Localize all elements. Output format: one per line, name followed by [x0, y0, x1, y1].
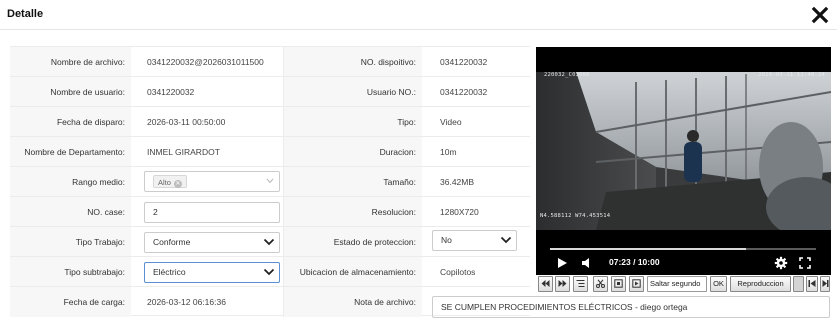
form-row: Nombre de usuario: 0341220032 Usuario NO… — [10, 76, 530, 107]
duration-label: Duracion: — [284, 137, 422, 167]
upload-date-value: 2026-03-12 06:16:36 — [141, 287, 284, 317]
file-name-label: Nombre de archivo: — [10, 47, 131, 77]
type-value: Video — [440, 117, 462, 127]
resolution-label: Resolucion: — [284, 197, 422, 227]
play-icon[interactable] — [555, 256, 569, 270]
skip-end-button[interactable] — [820, 276, 830, 292]
frame-stop-button[interactable] — [611, 276, 626, 292]
department-label: Nombre de Departamento: — [10, 137, 131, 167]
work-type-value: Conforme — [153, 237, 191, 247]
cut-button[interactable] — [593, 276, 608, 292]
file-note-label: Nota de archivo: — [284, 287, 422, 317]
skip-end-icon — [822, 280, 828, 287]
next-frame-button[interactable] — [629, 276, 644, 292]
form-row: Tipo subtrabajo: Eléctrico Ubicacion de … — [10, 256, 530, 287]
toolbar-spacer — [793, 276, 804, 292]
protection-state-value: No — [441, 235, 452, 245]
case-no-cell: 2 — [141, 197, 284, 227]
close-icon[interactable] — [811, 6, 829, 24]
department-value: INMEL GIRARDOT — [141, 137, 284, 167]
ok-button[interactable]: OK — [710, 276, 727, 292]
video-osd-gps: N4.588112 W74.453514 — [540, 213, 611, 219]
user-name-value: 0341220032 — [141, 77, 284, 107]
user-name-label: Nombre de usuario: — [10, 77, 131, 107]
dialog-header: Detalle — [0, 0, 837, 30]
resolution-value: 1280X720 — [440, 207, 479, 217]
form-row: Nombre de Departamento: INMEL GIRARDOT D… — [10, 136, 530, 167]
case-no-label: NO. case: — [10, 197, 131, 227]
skip-start-button[interactable] — [806, 276, 818, 292]
work-type-select[interactable]: Conforme — [144, 232, 280, 253]
subwork-type-label: Tipo subtrabajo: — [10, 257, 131, 287]
skip-start-icon — [808, 280, 816, 287]
next-frame-icon — [632, 279, 641, 288]
range-cell: Alto ✕ — [141, 167, 284, 197]
protection-state-cell: No — [432, 227, 530, 257]
subwork-type-value: Eléctrico — [153, 267, 186, 277]
skip-seconds-input[interactable]: Saltar segundo — [647, 276, 707, 292]
range-tag-label: Alto — [158, 178, 171, 187]
video-progress-fill — [550, 248, 747, 250]
device-no-label: NO. dispoitivo: — [284, 47, 422, 77]
form-row: Nombre de archivo: 0341220032@2026031011… — [10, 46, 530, 77]
work-type-label: Tipo Trabajo: — [10, 227, 131, 257]
fullscreen-icon[interactable] — [798, 256, 812, 270]
protection-state-select[interactable]: No — [432, 230, 517, 251]
size-value: 36.42MB — [440, 177, 475, 187]
dialog-title: Detalle — [7, 8, 44, 20]
video-frame — [536, 72, 831, 230]
work-type-cell: Conforme — [141, 227, 284, 257]
range-tag: Alto ✕ — [153, 175, 187, 188]
upload-date-label: Fecha de carga: — [10, 287, 131, 317]
video-player[interactable]: 220032_C03000 2026-03-11 11:48:24 N4.588… — [536, 47, 831, 275]
size-label: Tamaño: — [284, 167, 422, 197]
range-label: Rango medio: — [10, 167, 131, 197]
playback-mode-button[interactable]: Reproduccion — [730, 276, 791, 292]
rewind-button[interactable] — [538, 276, 553, 292]
form-row: Fecha de disparo: 2026-03-11 00:50:00 Ti… — [10, 106, 530, 137]
type-label: Tipo: — [284, 107, 422, 137]
video-controls: 07:23 / 10:00 — [536, 233, 831, 275]
device-no-value: 0341220032 — [440, 57, 488, 67]
user-no-value: 0341220032 — [440, 87, 488, 97]
form-row: NO. case: 2 Resolucion: 1280X720 — [10, 196, 530, 227]
remove-tag-icon[interactable]: ✕ — [173, 180, 182, 188]
playback-toolbar: Saltar segundo OK Reproduccion — [536, 276, 831, 292]
video-osd-datetime: 2026-03-11 11:48:24 — [758, 72, 825, 78]
video-time: 07:23 / 10:00 — [609, 257, 660, 267]
protection-state-label: Estado de proteccion: — [284, 227, 422, 257]
video-osd-device: 220032_C03000 — [544, 72, 590, 78]
list-icon — [576, 279, 585, 288]
chevron-down-icon — [263, 268, 275, 276]
fast-forward-button[interactable] — [555, 276, 570, 292]
playlist-button[interactable] — [573, 276, 588, 292]
detail-form: Nombre de archivo: 0341220032@2026031011… — [10, 46, 530, 324]
file-name-value: 0341220032@2026031011500 — [141, 47, 284, 77]
chevron-down-icon — [263, 238, 275, 246]
volume-icon[interactable] — [580, 256, 594, 270]
user-no-label: Usuario NO.: — [284, 77, 422, 107]
storage-location-label: Ubicacion de almacenamiento: — [284, 257, 422, 287]
subwork-type-cell: Eléctrico — [141, 257, 284, 287]
subwork-type-select[interactable]: Eléctrico — [144, 262, 280, 283]
settings-icon[interactable] — [774, 256, 788, 270]
trigger-date-value: 2026-03-11 00:50:00 — [141, 107, 284, 137]
stop-frame-icon — [614, 279, 623, 288]
storage-location-value: Copilotos — [440, 267, 476, 277]
cut-icon — [596, 279, 605, 288]
chevron-down-icon — [266, 178, 274, 184]
trigger-date-label: Fecha de disparo: — [10, 107, 131, 137]
fast-forward-icon — [558, 280, 567, 287]
chevron-down-icon — [500, 236, 512, 244]
form-row: Rango medio: Alto ✕ Tamaño: 36.42MB — [10, 166, 530, 197]
form-row: Tipo Trabajo: Conforme Estado de protecc… — [10, 226, 530, 257]
duration-value: 10m — [440, 147, 457, 157]
case-no-input[interactable]: 2 — [144, 202, 280, 223]
video-progress-track[interactable] — [550, 248, 816, 250]
range-multiselect[interactable]: Alto ✕ — [144, 171, 280, 192]
file-note-input[interactable]: SE CUMPLEN PROCEDIMIENTOS ELÉCTRICOS - d… — [432, 296, 830, 318]
rewind-icon — [541, 280, 550, 287]
